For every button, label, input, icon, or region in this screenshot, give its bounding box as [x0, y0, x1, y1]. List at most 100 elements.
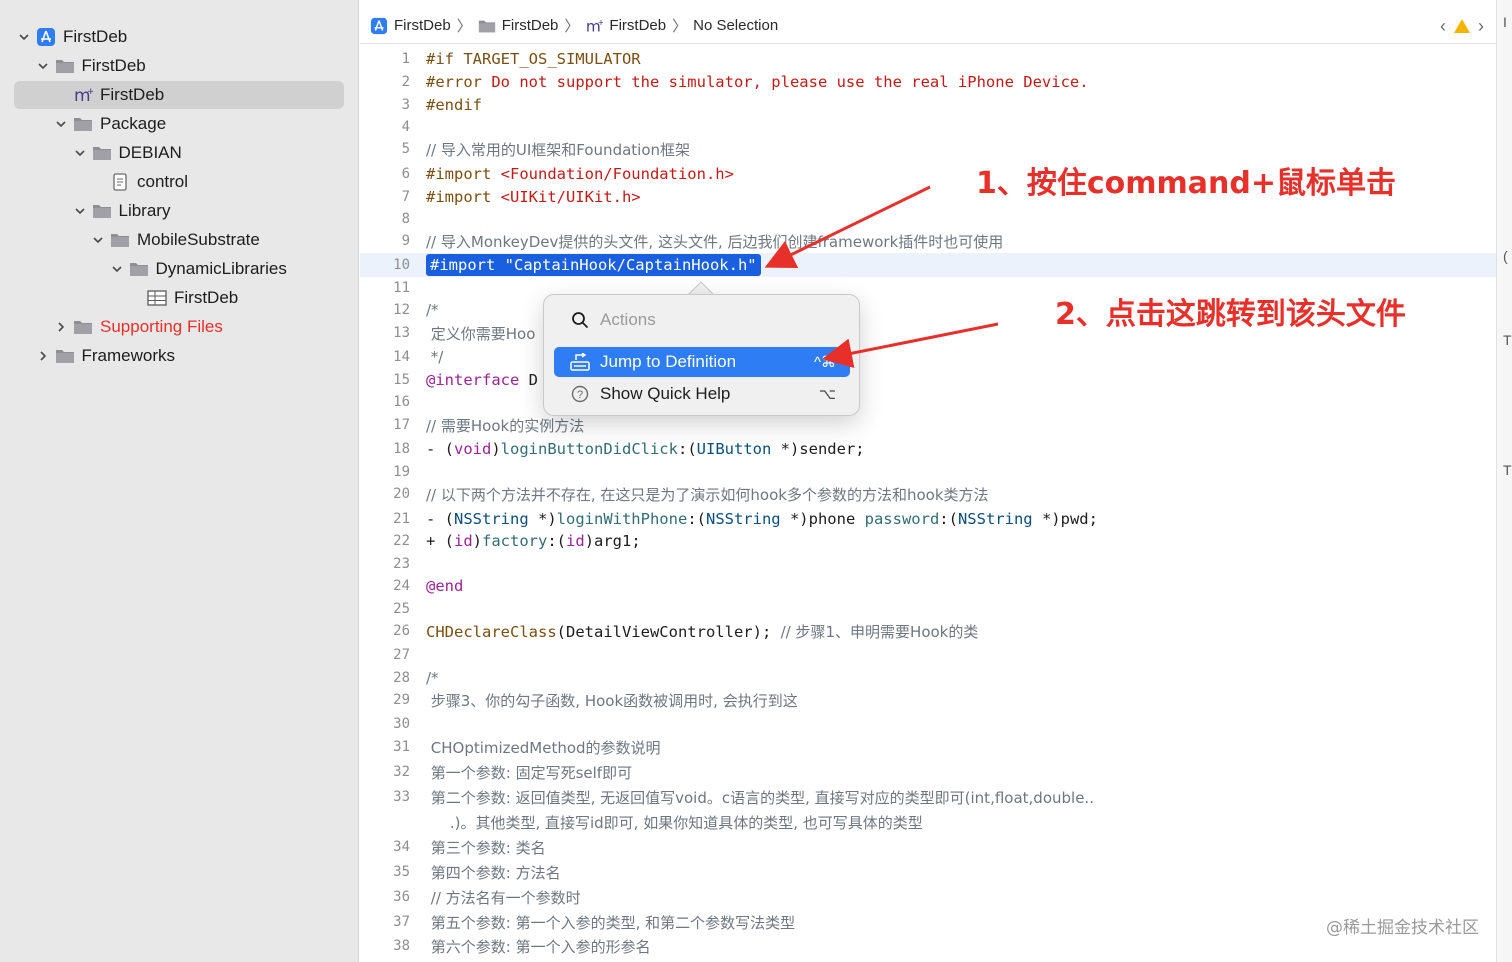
code-text[interactable]: // 方法名有一个参数时 — [426, 887, 581, 908]
code-text[interactable]: + (id)factory:(id)arg1; — [426, 532, 641, 550]
navigator-item[interactable]: Library — [14, 197, 344, 225]
code-line[interactable]: 28 /* — [360, 666, 1496, 690]
code-line[interactable]: 16 — [360, 390, 1496, 414]
navigator-item[interactable]: control — [14, 168, 344, 196]
chevron-right-icon[interactable] — [37, 350, 49, 362]
code-text[interactable]: 第五个参数: 第一个入参的类型, 和第二个参数写法类型 — [426, 912, 795, 933]
code-text[interactable]: 定义你需要Hoo — [426, 323, 536, 344]
code-line[interactable]: 21- (NSString *)loginWithPhone:(NSString… — [360, 507, 1496, 531]
code-line[interactable]: 24 @end — [360, 574, 1496, 598]
navigator-item[interactable]: FirstDeb — [14, 52, 344, 80]
code-line[interactable]: 9 // 导入MonkeyDev提供的头文件, 这头文件, 后边我们创建frame… — [360, 229, 1496, 253]
show-quick-help-item[interactable]: ? Show Quick Help ⌥ — [554, 379, 850, 409]
code-text[interactable]: 第四个参数: 方法名 — [426, 862, 561, 883]
code-text[interactable]: CHOptimizedMethod的参数说明 — [426, 737, 661, 758]
code-text[interactable]: #endif — [426, 96, 482, 114]
chevron-down-icon[interactable] — [111, 263, 123, 275]
chevron-down-icon[interactable] — [18, 31, 30, 43]
actions-search-field[interactable]: Actions — [554, 305, 850, 335]
code-text[interactable]: @end — [426, 577, 463, 595]
code-text[interactable]: /* — [426, 669, 439, 687]
code-text[interactable]: 第二个参数: 返回值类型, 无返回值写void。c语言的类型, 直接写对应的类型… — [426, 787, 1094, 808]
warning-icon[interactable] — [1454, 19, 1470, 33]
code-token: D — [519, 371, 538, 389]
code-line[interactable]: 20 // 以下两个方法并不存在, 在这只是为了演示如何hook多个参数的方法和h… — [360, 482, 1496, 506]
chevron-right-icon[interactable] — [55, 321, 67, 333]
navigator-item[interactable]: FirstDeb — [14, 284, 344, 312]
chevron-down-icon[interactable] — [74, 205, 86, 217]
code-text[interactable]: - (void)loginButtonDidClick:(UIButton *)… — [426, 440, 865, 458]
navigator-item[interactable]: DEBIAN — [14, 139, 344, 167]
chevron-right-icon[interactable]: › — [1478, 16, 1484, 37]
code-token: 第六个参数: 第一个入参的形参名 — [426, 937, 651, 956]
code-line[interactable]: 32 第一个参数: 固定写死self即可 — [360, 760, 1496, 784]
code-line[interactable]: 10 #import "CaptainHook/CaptainHook.h" — [360, 253, 1496, 277]
code-text[interactable]: #error Do not support the simulator, ple… — [426, 73, 1089, 91]
code-text[interactable]: // 以下两个方法并不存在, 在这只是为了演示如何hook多个参数的方法和hoo… — [426, 484, 989, 505]
code-line[interactable]: 15 @interface D — [360, 368, 1496, 392]
code-text[interactable]: 第一个参数: 固定写死self即可 — [426, 762, 632, 783]
code-line[interactable]: 1 #if TARGET_OS_SIMULATOR — [360, 47, 1496, 71]
jump-to-definition-item[interactable]: Jump to Definition ^⌘ — [554, 347, 850, 377]
navigator-item[interactable]: FirstDeb — [14, 23, 344, 51]
code-line[interactable]: 27 — [360, 643, 1496, 667]
code-text[interactable]: 第三个参数: 类名 — [426, 837, 546, 858]
code-line[interactable]: 4 — [360, 115, 1496, 139]
code-text[interactable]: @interface D — [426, 371, 538, 389]
line-number: 14 — [393, 349, 410, 365]
code-text[interactable]: */ — [426, 348, 444, 366]
code-line[interactable]: 23 — [360, 552, 1496, 576]
code-line[interactable]: 31 CHOptimizedMethod的参数说明 — [360, 735, 1496, 759]
code-line[interactable]: 30 — [360, 712, 1496, 736]
navigator-item[interactable]: Frameworks — [14, 342, 344, 370]
breadcrumb-item[interactable]: No Selection — [693, 17, 778, 34]
code-text[interactable]: #if TARGET_OS_SIMULATOR — [426, 50, 641, 68]
code-text[interactable]: 第六个参数: 第一个入参的形参名 — [426, 936, 651, 957]
code-line[interactable]: 8 — [360, 207, 1496, 231]
code-text[interactable]: #import "CaptainHook/CaptainHook.h" — [426, 254, 761, 276]
code-text[interactable]: // 导入常用的UI框架和Foundation框架 — [426, 139, 690, 160]
code-token: #if TARGET_OS_SIMULATOR — [426, 50, 641, 68]
chevron-down-icon[interactable] — [74, 147, 86, 159]
code-token: *) — [528, 510, 557, 528]
code-line[interactable]: 34 第三个参数: 类名 — [360, 835, 1496, 859]
navigator-item[interactable]: DynamicLibraries — [14, 255, 344, 283]
chevron-left-icon[interactable]: ‹ — [1440, 16, 1446, 37]
code-line[interactable]: 14 */ — [360, 345, 1496, 369]
code-line[interactable]: 35 第四个参数: 方法名 — [360, 860, 1496, 884]
code-line[interactable]: 36 // 方法名有一个参数时 — [360, 885, 1496, 909]
code-text[interactable]: // 需要Hook的实例方法 — [426, 415, 584, 436]
chevron-down-icon[interactable] — [92, 234, 104, 246]
code-line[interactable]: 3 #endif — [360, 93, 1496, 117]
code-line[interactable]: 17 // 需要Hook的实例方法 — [360, 413, 1496, 437]
code-line[interactable]: .)。其他类型, 直接写id即可, 如果你知道具体的类型, 也可写具体的类型 — [360, 810, 1496, 834]
chevron-down-icon[interactable] — [37, 60, 49, 72]
code-token: (DetailViewController); — [556, 622, 781, 641]
code-text[interactable]: .)。其他类型, 直接写id即可, 如果你知道具体的类型, 也可写具体的类型 — [426, 812, 923, 833]
code-text[interactable]: #import <UIKit/UIKit.h> — [426, 188, 641, 206]
navigator-item[interactable]: Supporting Files — [14, 313, 344, 341]
code-text[interactable]: #import <Foundation/Foundation.h> — [426, 165, 734, 183]
code-line[interactable]: 26 CHDeclareClass(DetailViewController); … — [360, 619, 1496, 643]
code-text[interactable]: - (NSString *)loginWithPhone:(NSString *… — [426, 510, 1098, 528]
code-text[interactable]: // 导入MonkeyDev提供的头文件, 这头文件, 后边我们创建framew… — [426, 231, 1003, 252]
breadcrumb-item[interactable]: m+ FirstDeb — [585, 17, 666, 35]
code-line[interactable]: 33 第二个参数: 返回值类型, 无返回值写void。c语言的类型, 直接写对应… — [360, 785, 1496, 809]
code-text[interactable]: /* — [426, 301, 439, 319]
code-text[interactable]: CHDeclareClass(DetailViewController); //… — [426, 621, 978, 642]
code-text[interactable]: 步骤3、你的勾子函数, Hook函数被调用时, 会执行到这 — [426, 690, 798, 711]
code-line[interactable]: 25 — [360, 597, 1496, 621]
navigator-item[interactable]: MobileSubstrate — [14, 226, 344, 254]
code-line[interactable]: 18 - (void)loginButtonDidClick:(UIButton … — [360, 437, 1496, 461]
breadcrumb-item[interactable]: FirstDeb — [478, 17, 558, 34]
code-line[interactable]: 29 步骤3、你的勾子函数, Hook函数被调用时, 会执行到这 — [360, 688, 1496, 712]
navigator-item[interactable]: m + FirstDeb — [14, 81, 344, 109]
chevron-down-icon[interactable] — [55, 118, 67, 130]
code-token: @interface — [426, 371, 520, 389]
code-line[interactable]: 19 — [360, 460, 1496, 484]
navigator-item[interactable]: Package — [14, 110, 344, 138]
source-editor[interactable]: FirstDeb 〉 FirstDeb 〉 m+ FirstDeb 〉 No Selectio… — [360, 0, 1496, 962]
code-line[interactable]: 22 + (id)factory:(id)arg1; — [360, 529, 1496, 553]
breadcrumb-item[interactable]: FirstDeb — [370, 17, 451, 34]
code-line[interactable]: 2 #error Do not support the simulator, pl… — [360, 70, 1496, 94]
